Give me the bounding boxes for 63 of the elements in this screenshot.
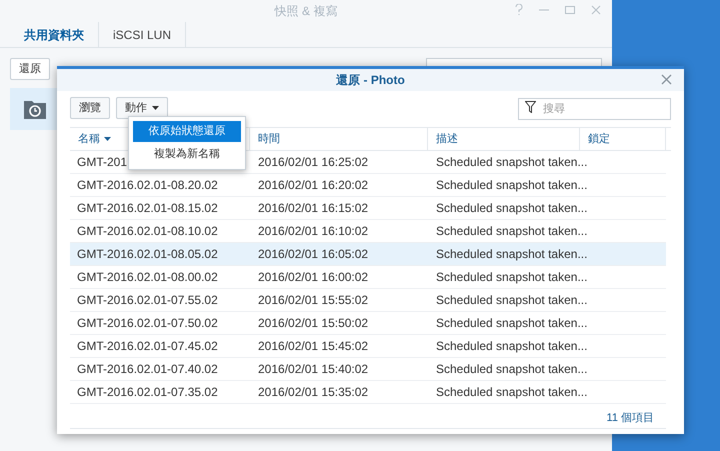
sort-caret-icon [104, 137, 111, 141]
table-cell: Scheduled snapshot taken... [436, 270, 588, 284]
action-dropdown-button[interactable]: 動作 [116, 97, 168, 119]
close-icon[interactable] [661, 74, 672, 85]
column-header[interactable]: 描述 [428, 128, 580, 150]
table-cell: Scheduled snapshot taken... [436, 316, 588, 330]
item-count: 11 個項目 [606, 411, 655, 426]
table-cell: Scheduled snapshot taken... [436, 247, 588, 261]
table-cell: GMT-2016.02.01-08.00.02 [77, 270, 218, 284]
column-header[interactable]: 時間 [250, 128, 428, 150]
table-cell: GMT-201 [77, 155, 128, 169]
table-cell: GMT-2016.02.01-07.40.02 [77, 362, 218, 376]
table-cell: Scheduled snapshot taken... [436, 178, 588, 192]
table-cell: 2016/02/01 16:05:02 [258, 247, 368, 261]
table-cell: 2016/02/01 16:20:02 [258, 178, 368, 192]
table-cell: GMT-2016.02.01-08.20.02 [77, 178, 218, 192]
table-cell: 2016/02/01 15:50:02 [258, 316, 368, 330]
tab[interactable]: 共用資料夾 [10, 22, 99, 47]
menu-item[interactable]: 依原始狀態還原 [133, 121, 241, 142]
table-cell: 2016/02/01 15:35:02 [258, 385, 368, 399]
table-cell: GMT-2016.02.01-08.05.02 [77, 247, 218, 261]
table-row[interactable]: GMT-2016.02.01-07.45.02 2016/02/01 15:45:02 Scheduled snapshot taken... [70, 335, 666, 358]
table-row[interactable]: GMT-2016.02.01-08.00.02 2016/02/01 16:00:02 Scheduled snapshot taken... [70, 266, 666, 289]
table-cell: GMT-2016.02.01-07.50.02 [77, 316, 218, 330]
caret-icon [152, 106, 159, 110]
table-cell: Scheduled snapshot taken... [436, 362, 588, 376]
maximize-icon[interactable] [564, 4, 576, 16]
table-cell: GMT-2016.02.01-08.10.02 [77, 224, 218, 238]
table-cell: 2016/02/01 16:15:02 [258, 201, 368, 215]
table-cell: Scheduled snapshot taken... [436, 293, 588, 307]
table-row[interactable]: GMT-2016.02.01-07.50.02 2016/02/01 15:50:02 Scheduled snapshot taken... [70, 312, 666, 335]
table-row[interactable]: GMT-2016.02.01-07.40.02 2016/02/01 15:40:02 Scheduled snapshot taken... [70, 358, 666, 381]
column-header[interactable]: 鎖定 [580, 128, 666, 150]
table-cell: GMT-2016.02.01-08.15.02 [77, 201, 218, 215]
window-title: 快照 & 複寫 [274, 3, 338, 20]
browse-button[interactable]: 瀏覽 [70, 97, 110, 119]
table-cell: GMT-2016.02.01-07.45.02 [77, 339, 218, 353]
close-icon[interactable] [590, 4, 602, 16]
table-cell: 2016/02/01 15:40:02 [258, 362, 368, 376]
table-cell: 2016/02/01 16:25:02 [258, 155, 368, 169]
table-cell: Scheduled snapshot taken... [436, 224, 588, 238]
search-field[interactable]: 搜尋 [518, 98, 671, 120]
table-row[interactable]: GMT-2016.02.01-07.35.02 2016/02/01 15:35:02 Scheduled snapshot taken... [70, 381, 666, 404]
table-cell: Scheduled snapshot taken... [436, 201, 588, 215]
table-cell: 2016/02/01 15:45:02 [258, 339, 368, 353]
help-icon[interactable] [514, 4, 524, 16]
table-cell: Scheduled snapshot taken... [436, 339, 588, 353]
table-row[interactable]: GMT-2016.02.01-08.15.02 2016/02/01 16:15:02 Scheduled snapshot taken... [70, 197, 666, 220]
tab[interactable]: iSCSI LUN [99, 22, 186, 47]
table-cell: 2016/02/01 16:10:02 [258, 224, 368, 238]
table-row[interactable]: GMT-2016.02.01-08.05.02 2016/02/01 16:05:02 Scheduled snapshot taken... [70, 243, 666, 266]
table-cell: GMT-2016.02.01-07.35.02 [77, 385, 218, 399]
folder-clock-icon [24, 99, 46, 119]
dialog-title: 還原 - Photo [336, 72, 405, 89]
table-cell: 2016/02/01 16:00:02 [258, 270, 368, 284]
filter-icon [525, 101, 536, 113]
table-cell: 2016/02/01 15:55:02 [258, 293, 368, 307]
table-row[interactable]: GMT-2016.02.01-08.20.02 2016/02/01 16:20:02 Scheduled snapshot taken... [70, 174, 666, 197]
table-cell: Scheduled snapshot taken... [436, 385, 588, 399]
table-cell: Scheduled snapshot taken... [436, 155, 588, 169]
table-row[interactable]: GMT-2016.02.01-07.55.02 2016/02/01 15:55:02 Scheduled snapshot taken... [70, 289, 666, 312]
table-cell: GMT-2016.02.01-07.55.02 [77, 293, 218, 307]
restore-button[interactable]: 還原 [10, 58, 50, 80]
